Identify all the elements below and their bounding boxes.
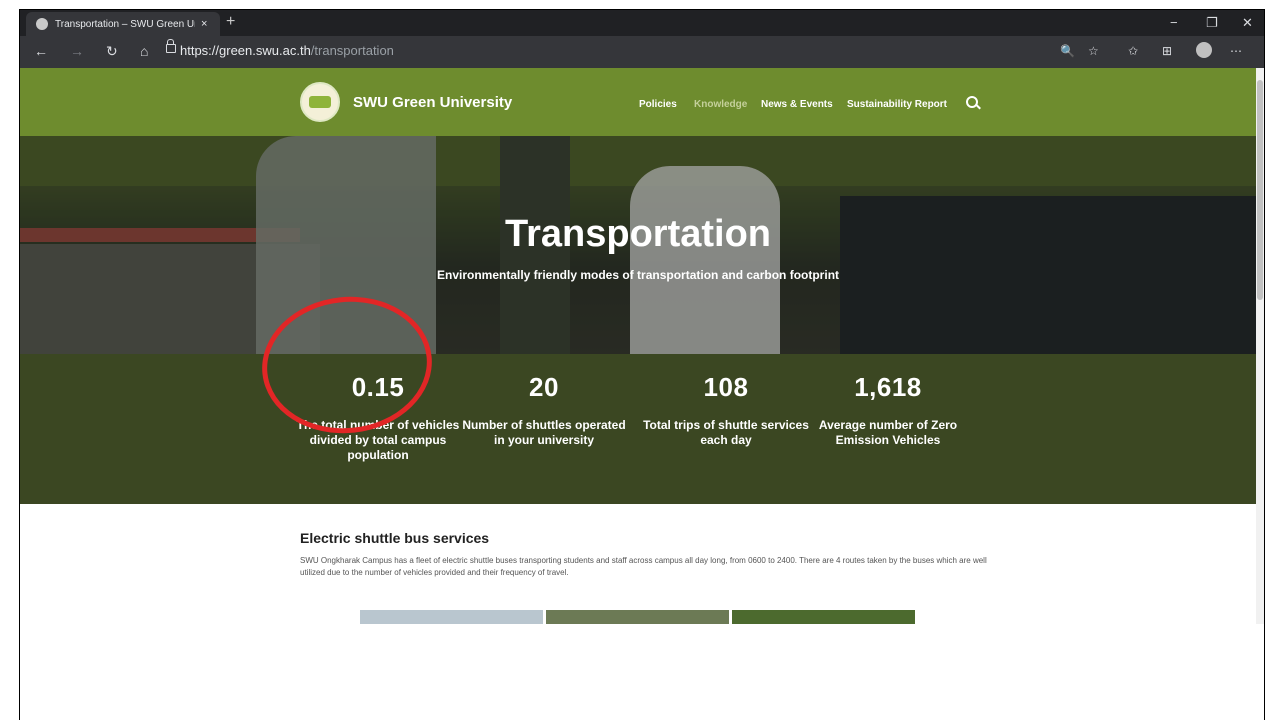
stat-label: Number of shuttles operated in your univ…	[462, 418, 626, 447]
gallery-photo-2[interactable]	[546, 610, 729, 624]
collections-icon[interactable]: ⊞	[1162, 44, 1172, 58]
tab-title: Transportation – SWU Green Uni	[55, 18, 195, 30]
content-section: Electric shuttle bus services SWU Ongkha…	[300, 530, 1000, 579]
stats-section: 0.15 The total number of vehicles divide…	[20, 354, 1256, 504]
minimize-button[interactable]: −	[1170, 15, 1178, 30]
new-tab-button[interactable]: +	[226, 13, 235, 31]
refresh-button[interactable]: ↻	[106, 43, 118, 60]
back-button[interactable]: ←	[34, 43, 48, 59]
browser-tab[interactable]: Transportation – SWU Green Uni ×	[26, 12, 220, 36]
page-subtitle: Environmentally friendly modes of transp…	[436, 268, 840, 282]
section-title: Electric shuttle bus services	[300, 530, 490, 546]
section-paragraph: SWU Ongkharak Campus has a fleet of elec…	[300, 556, 987, 577]
zoom-icon[interactable]: 🔍	[1060, 44, 1075, 58]
page-title: Transportation	[504, 213, 772, 255]
lock-icon	[166, 39, 176, 53]
url-field[interactable]: https://green.swu.ac.th/transportation	[180, 43, 394, 58]
url-host: https://green.swu.ac.th	[180, 43, 311, 58]
profile-avatar[interactable]	[1196, 42, 1212, 58]
stat-value: 108	[703, 372, 749, 402]
tab-bar: Transportation – SWU Green Uni × + − ❐ ✕	[20, 10, 1264, 36]
home-button[interactable]: ⌂	[140, 43, 148, 59]
stat-value: 1,618	[854, 372, 922, 402]
url-path: /transportation	[310, 43, 394, 58]
stat-label: Total trips of shuttle services each day	[643, 418, 809, 447]
stat-value: 20	[529, 372, 559, 402]
nav-knowledge[interactable]: Knowledge	[694, 99, 747, 110]
nav-policies[interactable]: Policies	[639, 99, 677, 110]
forward-button[interactable]: →	[70, 43, 84, 59]
more-menu-icon[interactable]: ⋯	[1230, 44, 1242, 58]
tab-close-icon[interactable]: ×	[201, 18, 207, 30]
search-icon[interactable]	[966, 96, 978, 108]
scrollbar-thumb[interactable]	[1257, 80, 1263, 300]
favorite-star-icon[interactable]: ☆	[1088, 44, 1099, 58]
gallery-photo-1[interactable]	[360, 610, 543, 624]
hero-banner: Transportation Environmentally friendly …	[20, 136, 1256, 354]
site-header: SWU Green University Policies Knowledge …	[20, 68, 1256, 136]
close-window-button[interactable]: ✕	[1242, 15, 1253, 31]
logo-emblem	[309, 96, 331, 108]
nav-news-events[interactable]: News & Events	[761, 99, 833, 110]
swu-logo[interactable]	[300, 82, 340, 122]
webpage: SWU Green University Policies Knowledge …	[20, 68, 1256, 624]
site-brand[interactable]: SWU Green University	[353, 94, 512, 111]
favicon-icon	[36, 18, 48, 30]
favorites-icon[interactable]: ✩	[1128, 44, 1138, 58]
gallery-photo-3[interactable]	[732, 610, 915, 624]
nav-sustainability-report[interactable]: Sustainability Report	[847, 99, 947, 110]
browser-window: Transportation – SWU Green Uni × + − ❐ ✕…	[20, 10, 1264, 624]
maximize-button[interactable]: ❐	[1206, 15, 1218, 31]
address-bar: ← → ↻ ⌂ https://green.swu.ac.th/transpor…	[20, 36, 1264, 68]
stat-label: Average number of Zero Emission Vehicles	[818, 418, 958, 447]
